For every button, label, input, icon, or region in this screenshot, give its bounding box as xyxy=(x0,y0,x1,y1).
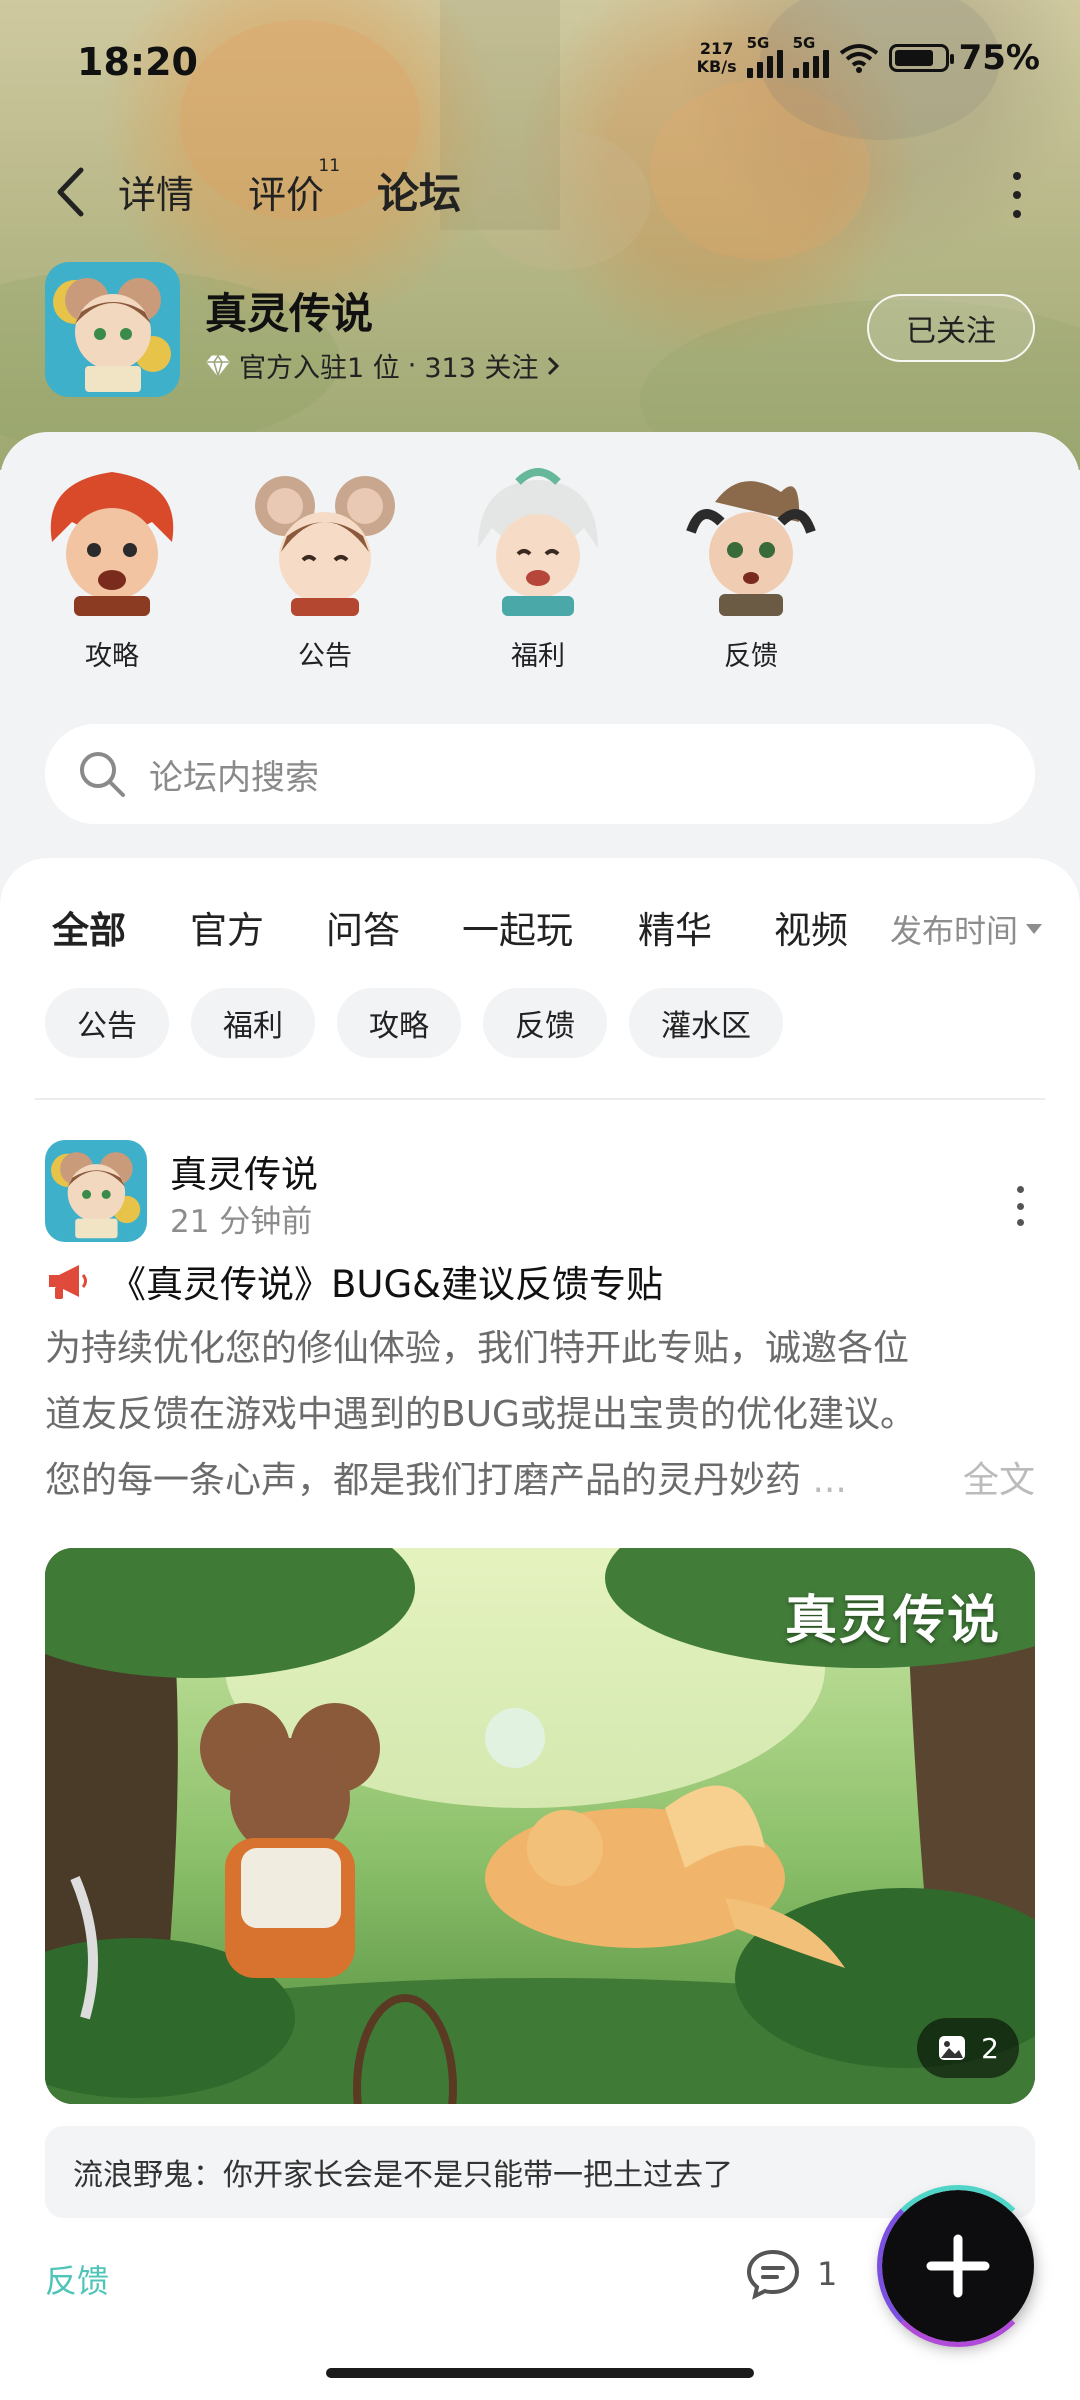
search-input[interactable]: 论坛内搜索 xyxy=(45,724,1035,824)
post-title[interactable]: 《真灵传说》BUG&建议反馈专贴 xyxy=(45,1254,663,1308)
review-count-badge: 11 xyxy=(318,156,341,176)
post-feed: 全部 官方 问答 一起玩 精华 视频 发布时间 公告 福利 攻略 反馈 灌水区 xyxy=(0,858,1080,2400)
official-rank: 官方入驻1 位 xyxy=(239,353,400,384)
tab-all[interactable]: 全部 xyxy=(52,900,126,956)
post-body[interactable]: 为持续优化您的修仙体验，我们特开此专贴，诚邀各位 道友反馈在游戏中遇到的BUG或… xyxy=(45,1316,1045,1514)
search-icon xyxy=(80,752,125,797)
category-guides[interactable]: 攻略 xyxy=(32,462,192,673)
mouse-girl-avatar xyxy=(255,476,395,616)
back-button[interactable] xyxy=(45,162,95,222)
status-bar: 18:20 217 KB/s 5G 5G 75% xyxy=(0,0,1080,130)
follow-button[interactable]: 已关注 xyxy=(867,294,1035,362)
tab-reviews[interactable]: 评价 11 xyxy=(248,156,340,219)
diamond-icon xyxy=(206,354,230,377)
chip-offtopic[interactable]: 灌水区 xyxy=(629,988,783,1058)
battery-icon xyxy=(888,44,954,72)
top-comment-preview[interactable]: 流浪野鬼：你开家长会是不是只能带一把土过去了 xyxy=(45,2126,1035,2218)
chip-announcements[interactable]: 公告 xyxy=(45,988,169,1058)
filter-chips: 公告 福利 攻略 反馈 灌水区 xyxy=(45,988,783,1058)
post-author[interactable]: 真灵传说 xyxy=(170,1144,318,1198)
chip-guides[interactable]: 攻略 xyxy=(337,988,461,1058)
forum-content: 攻略 公告 福利 反馈 论坛内搜索 全部 官方 问答 一起玩 精华 视频 发布时… xyxy=(0,432,1080,2400)
plus-icon xyxy=(926,2234,990,2298)
signal-icon-sim1: 5G xyxy=(746,34,783,78)
tab-official[interactable]: 官方 xyxy=(190,900,264,954)
category-feedback[interactable]: 反馈 xyxy=(671,462,831,673)
search-placeholder: 论坛内搜索 xyxy=(149,757,319,798)
category-shortcuts: 攻略 公告 福利 反馈 xyxy=(0,462,1080,682)
signal-icon-sim2: 5G xyxy=(792,34,829,78)
follower-count: 313 关注 xyxy=(424,353,539,384)
chip-welfare[interactable]: 福利 xyxy=(191,988,315,1058)
top-nav: 详情 评价 11 论坛 xyxy=(0,150,1080,240)
post-time: 21 分钟前 xyxy=(170,1204,313,1240)
tab-featured[interactable]: 精华 xyxy=(638,900,712,954)
tab-details[interactable]: 详情 xyxy=(118,164,194,219)
game-name: 真灵传说 xyxy=(205,289,374,338)
tab-video[interactable]: 视频 xyxy=(774,900,848,954)
status-time: 18:20 xyxy=(77,40,198,84)
game-icon[interactable] xyxy=(45,262,180,397)
status-icons: 217 KB/s 5G 5G 75% xyxy=(696,34,1040,78)
active-tab-underline xyxy=(377,217,462,227)
tab-forum[interactable]: 论坛 xyxy=(377,160,462,227)
home-indicator[interactable] xyxy=(326,2368,754,2378)
network-speed: 217 KB/s xyxy=(696,39,737,76)
chevron-right-icon xyxy=(548,356,560,375)
more-options-icon[interactable] xyxy=(1009,172,1025,218)
post-image[interactable]: 真灵传说 2 xyxy=(45,1548,1035,2104)
read-full-link[interactable]: 全文 xyxy=(963,1448,1035,1514)
author-avatar[interactable] xyxy=(45,1140,147,1242)
game-info: 真灵传说 官方入驻1 位 · 313 关注 已关注 xyxy=(45,262,1035,402)
chevron-left-icon xyxy=(57,167,84,217)
red-hair-warrior-avatar xyxy=(50,472,174,616)
image-watermark-logo: 真灵传说 xyxy=(784,1590,1001,1651)
wifi-icon xyxy=(839,44,878,73)
tab-play-together[interactable]: 一起玩 xyxy=(462,900,573,954)
sort-dropdown[interactable]: 发布时间 xyxy=(890,906,1042,952)
tab-qa[interactable]: 问答 xyxy=(326,900,400,954)
create-post-button[interactable] xyxy=(877,2185,1039,2347)
post-tag[interactable]: 反馈 xyxy=(45,2256,109,2302)
comment-button[interactable]: 1 xyxy=(745,2248,837,2300)
image-count-badge: 2 xyxy=(917,2018,1019,2078)
image-icon xyxy=(939,2036,966,2060)
category-welfare[interactable]: 福利 xyxy=(458,462,618,673)
feed-tabs: 全部 官方 问答 一起玩 精华 视频 发布时间 xyxy=(52,900,1042,970)
game-meta[interactable]: 官方入驻1 位 · 313 关注 xyxy=(205,346,560,385)
battery-percent: 75% xyxy=(958,38,1040,78)
megaphone-icon xyxy=(49,1265,87,1299)
caret-down-icon xyxy=(1026,924,1042,934)
category-announcements[interactable]: 公告 xyxy=(245,462,405,673)
divider xyxy=(35,1098,1045,1100)
white-hair-immortal-avatar xyxy=(478,468,598,616)
comment-icon xyxy=(746,2249,800,2300)
post-more-icon[interactable] xyxy=(1015,1186,1025,1226)
chip-feedback[interactable]: 反馈 xyxy=(483,988,607,1058)
horned-elf-avatar xyxy=(686,481,816,616)
comment-count: 1 xyxy=(817,2255,838,2293)
